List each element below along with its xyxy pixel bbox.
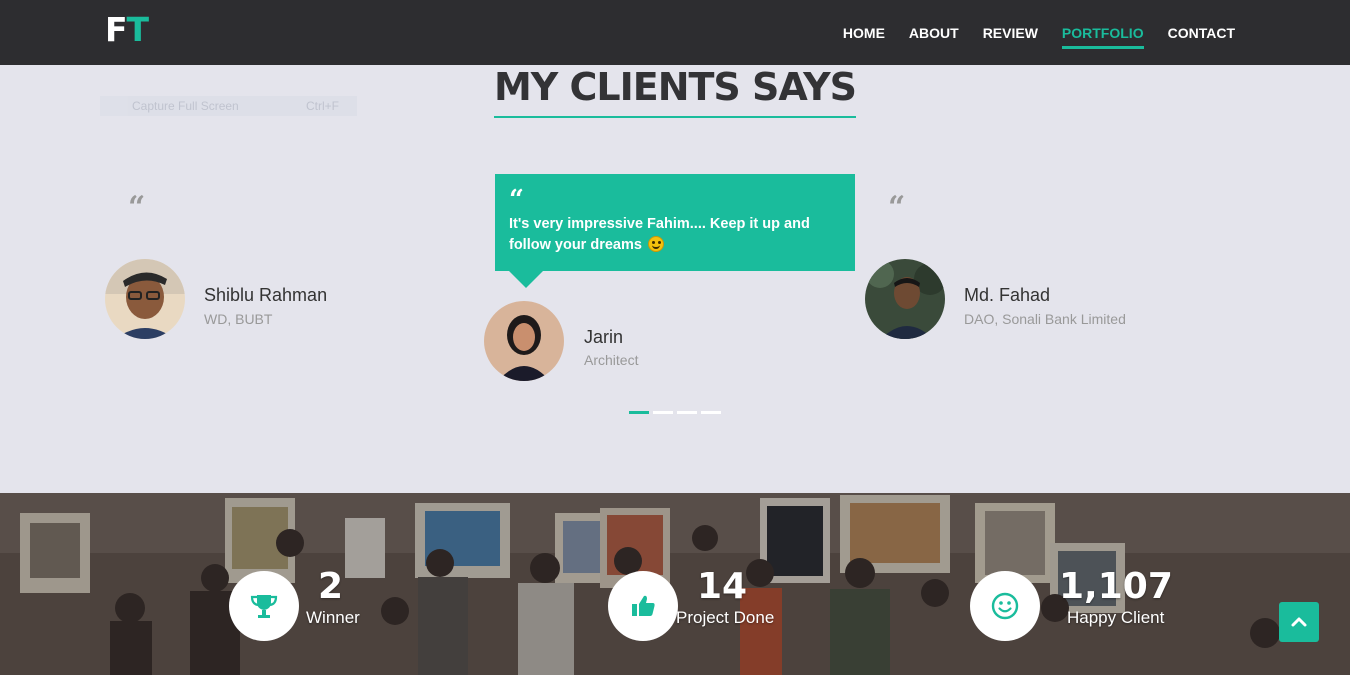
quote-left-icon: “ xyxy=(128,190,146,225)
client-name: Md. Fahad xyxy=(964,285,1051,305)
section-header: MY CLIENTS SAYS xyxy=(0,64,1350,118)
nav-about-link[interactable]: ABOUT xyxy=(909,17,959,49)
stat-winner-badge xyxy=(229,571,299,641)
logo-letter-f: F xyxy=(105,10,128,49)
stat-happy-badge xyxy=(970,571,1040,641)
nav-contact-link[interactable]: CONTACT xyxy=(1168,17,1235,49)
section-title: MY CLIENTS SAYS xyxy=(493,64,857,118)
chevron-up-icon xyxy=(1291,617,1307,627)
trophy-icon xyxy=(250,595,278,618)
stat-label: Happy Client xyxy=(1067,608,1165,627)
quote-left-icon: “ xyxy=(888,190,906,225)
carousel-dot-1[interactable] xyxy=(629,411,649,414)
counter-section: 2 Winner 14 Project Done 1,107 Happy Cli… xyxy=(0,493,1350,675)
nav-portfolio-link[interactable]: PORTFOLIO xyxy=(1061,17,1144,49)
main-nav: HOME ABOUT REVIEW PORTFOLIO CONTACT xyxy=(843,0,1235,65)
client-role: DAO, Sonali Bank Limited xyxy=(964,311,1126,327)
nav-review-link[interactable]: REVIEW xyxy=(983,17,1038,49)
navbar: FT HOME ABOUT REVIEW PORTFOLIO CONTACT xyxy=(0,0,1350,65)
carousel-dot-2[interactable] xyxy=(653,411,673,414)
stat-project-badge xyxy=(608,571,678,641)
testimonial-bubble: “ It's very impressive Fahim.... Keep it… xyxy=(495,174,855,288)
testimonial-quote-text: It's very impressive Fahim.... Keep it u… xyxy=(509,214,841,256)
stat-value: 2 xyxy=(318,566,344,607)
client-name: Jarin xyxy=(584,327,624,347)
client-name: Shiblu Rahman xyxy=(204,285,328,305)
avatar-shiblu-image xyxy=(105,259,185,339)
client-role: WD, BUBT xyxy=(204,311,273,327)
avatar-shiblu xyxy=(105,259,185,339)
stat-value: 14 xyxy=(697,566,748,607)
smiley-emoji-icon xyxy=(647,236,664,252)
brand-logo[interactable]: FT xyxy=(105,10,149,49)
stat-label: Project Done xyxy=(676,608,775,627)
nav-home-link[interactable]: HOME xyxy=(843,17,885,49)
carousel-pagination xyxy=(629,411,721,414)
avatar-jarin xyxy=(484,301,564,381)
logo-letter-t: T xyxy=(126,10,149,49)
back-to-top-button[interactable] xyxy=(1279,602,1319,642)
carousel-dot-3[interactable] xyxy=(677,411,697,414)
carousel-dot-4[interactable] xyxy=(701,411,721,414)
avatar-fahad xyxy=(865,259,945,339)
stat-label: Winner xyxy=(306,608,360,627)
quote-left-icon: “ xyxy=(509,185,524,215)
thumbs-up-icon xyxy=(632,595,655,616)
smile-icon xyxy=(991,592,1019,620)
client-role: Architect xyxy=(584,352,639,368)
avatar-fahad-image xyxy=(865,259,945,339)
stat-value: 1,107 xyxy=(1059,566,1173,607)
avatar-jarin-image xyxy=(484,301,564,381)
